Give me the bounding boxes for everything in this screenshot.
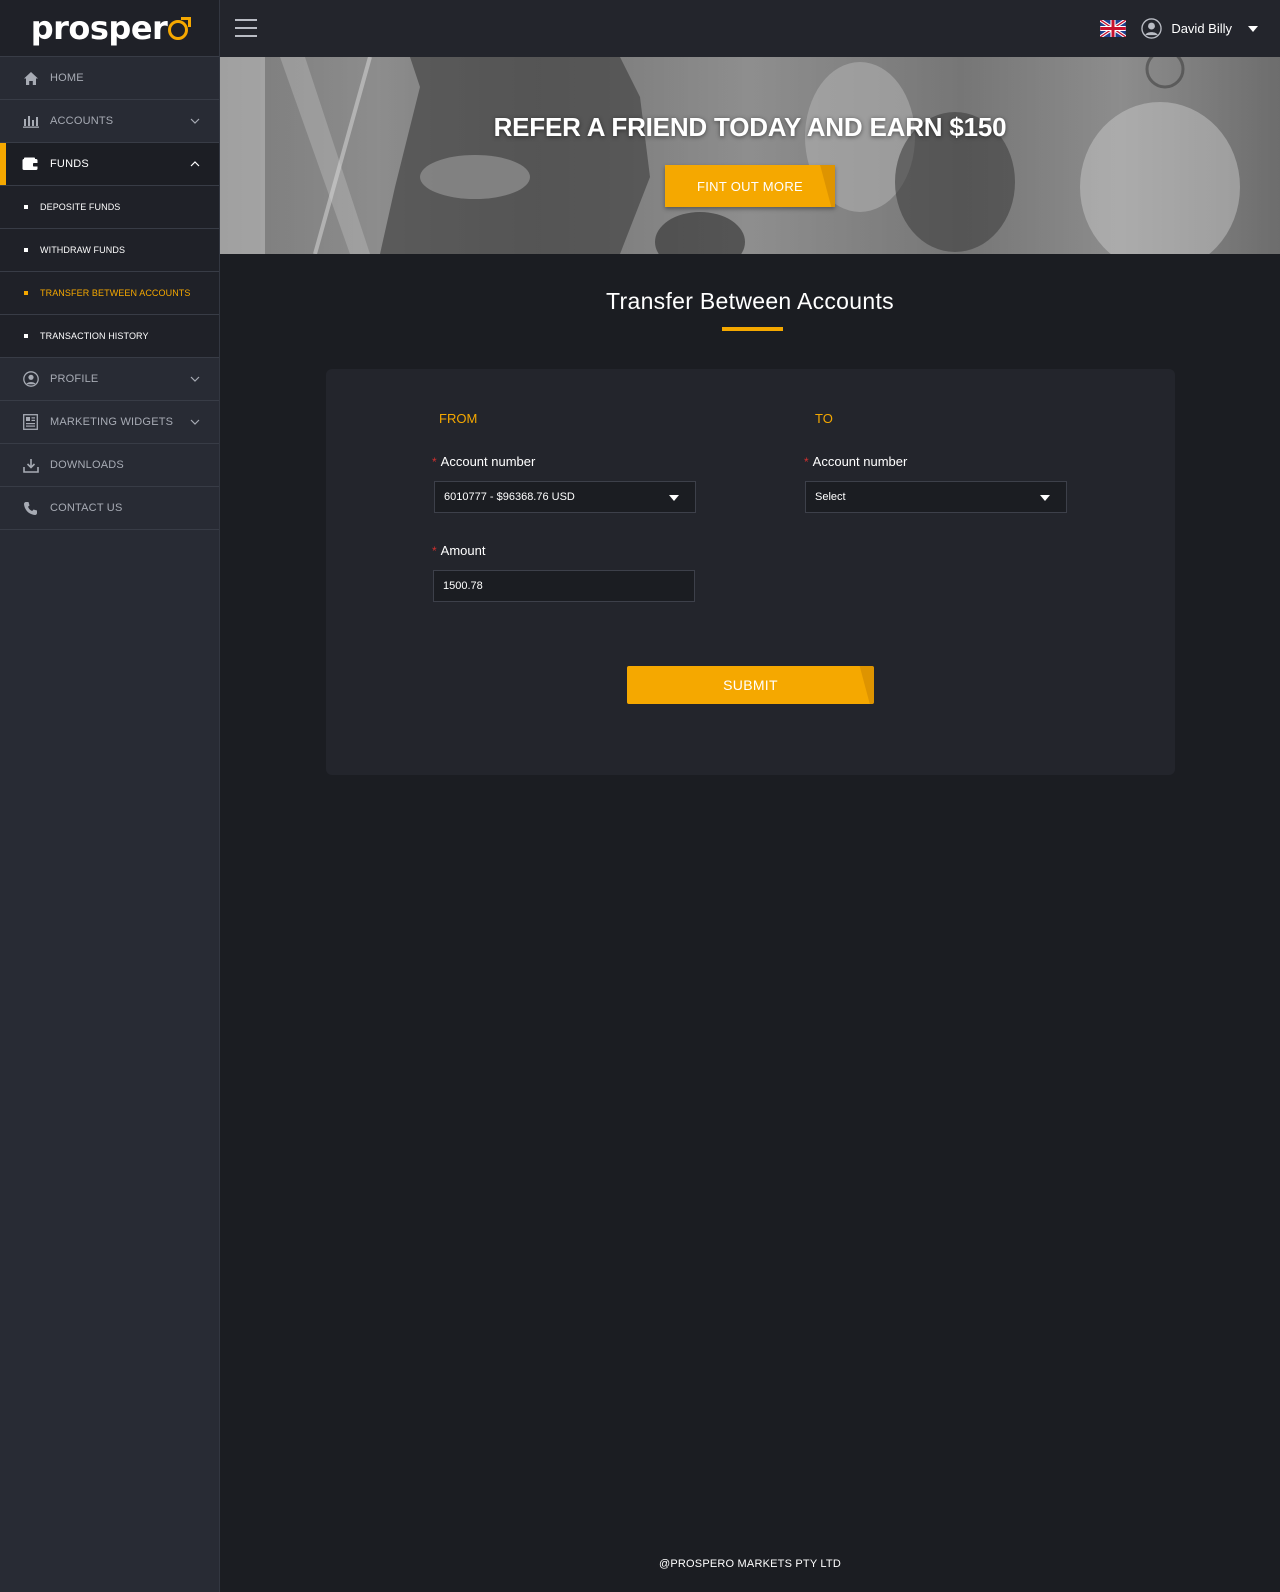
chevron-down-icon bbox=[189, 115, 201, 127]
from-account-select[interactable]: 6010777 - $96368.76 USD bbox=[434, 481, 696, 513]
logo-mark-icon bbox=[168, 17, 192, 40]
sidebar-item-funds[interactable]: FUNDS bbox=[0, 143, 219, 186]
sidebar-item-label: ACCOUNTS bbox=[50, 115, 114, 127]
user-name[interactable]: David Billy bbox=[1171, 21, 1232, 36]
submit-button[interactable]: SUBMIT bbox=[627, 666, 874, 704]
sidebar-item-label: MARKETING WIDGETS bbox=[50, 416, 174, 428]
sidebar: prosper HOME ACCOUNTS FUNDS DEPOSITE FUN… bbox=[0, 0, 220, 1592]
sidebar-item-home[interactable]: HOME bbox=[0, 57, 219, 100]
bar-chart-icon bbox=[22, 113, 39, 130]
home-icon bbox=[22, 70, 39, 87]
newspaper-icon bbox=[22, 414, 39, 431]
to-account-label-text: Account number bbox=[812, 454, 908, 469]
bullet-icon bbox=[24, 334, 28, 338]
sidebar-subitem-label: TRANSACTION HISTORY bbox=[40, 331, 149, 341]
dropdown-arrow-icon bbox=[1040, 495, 1050, 501]
sidebar-item-label: HOME bbox=[50, 72, 84, 84]
wallet-icon bbox=[22, 156, 39, 173]
title-underline bbox=[722, 327, 783, 331]
find-out-more-button[interactable]: FINT OUT MORE bbox=[665, 165, 835, 207]
dropdown-arrow-icon bbox=[669, 495, 679, 501]
sidebar-subitem-label: DEPOSITE FUNDS bbox=[40, 202, 121, 212]
promo-banner: REFER A FRIEND TODAY AND EARN $150 FINT … bbox=[220, 57, 1280, 254]
from-section-label: FROM bbox=[439, 411, 478, 426]
sidebar-item-accounts[interactable]: ACCOUNTS bbox=[0, 100, 219, 143]
footer-copyright: @PROSPERO MARKETS PTY LTD bbox=[658, 1558, 841, 1570]
sidebar-item-marketing-widgets[interactable]: MARKETING WIDGETS bbox=[0, 401, 219, 444]
sidebar-subitem-withdraw-funds[interactable]: WITHDRAW FUNDS bbox=[0, 229, 219, 272]
sidebar-item-label: CONTACT US bbox=[50, 502, 123, 514]
transfer-form: FROM TO * Account number 6010777 - $96368… bbox=[326, 369, 1175, 775]
sidebar-item-profile[interactable]: PROFILE bbox=[0, 358, 219, 401]
bullet-icon bbox=[24, 205, 28, 209]
sidebar-subitem-deposit-funds[interactable]: DEPOSITE FUNDS bbox=[0, 186, 219, 229]
download-icon bbox=[22, 457, 39, 474]
to-account-select[interactable]: Select bbox=[805, 481, 1067, 513]
from-account-label-text: Account number bbox=[440, 454, 536, 469]
chevron-down-icon bbox=[189, 373, 201, 385]
avatar[interactable] bbox=[1141, 18, 1163, 39]
banner-title: REFER A FRIEND TODAY AND EARN $150 bbox=[493, 112, 1007, 142]
sidebar-item-label: FUNDS bbox=[50, 158, 89, 170]
sidebar-item-downloads[interactable]: DOWNLOADS bbox=[0, 444, 219, 487]
amount-label: * Amount bbox=[432, 543, 485, 558]
sidebar-subitem-label: WITHDRAW FUNDS bbox=[40, 245, 126, 255]
banner-photo bbox=[220, 57, 1280, 254]
bullet-icon bbox=[24, 248, 28, 252]
required-mark: * bbox=[804, 455, 809, 469]
sidebar-subitem-label: TRANSFER BETWEEN ACCOUNTS bbox=[40, 288, 191, 298]
to-account-label: * Account number bbox=[804, 454, 907, 469]
user-circle-icon bbox=[22, 371, 39, 388]
user-menu-caret-icon[interactable] bbox=[1248, 25, 1258, 32]
to-section-label: TO bbox=[815, 411, 833, 426]
bullet-icon bbox=[24, 291, 28, 295]
from-account-label: * Account number bbox=[432, 454, 535, 469]
required-mark: * bbox=[432, 544, 437, 558]
sidebar-subitem-transfer-between-accounts[interactable]: TRANSFER BETWEEN ACCOUNTS bbox=[0, 272, 219, 315]
amount-input[interactable] bbox=[433, 570, 695, 602]
from-account-value: 6010777 - $96368.76 USD bbox=[444, 491, 575, 503]
required-mark: * bbox=[432, 455, 437, 469]
sidebar-item-contact-us[interactable]: CONTACT US bbox=[0, 487, 219, 530]
topbar: David Billy bbox=[220, 0, 1280, 57]
phone-icon bbox=[22, 500, 39, 517]
amount-label-text: Amount bbox=[440, 543, 486, 558]
to-account-value: Select bbox=[815, 491, 846, 503]
sidebar-item-label: DOWNLOADS bbox=[50, 459, 124, 471]
sidebar-item-label: PROFILE bbox=[50, 373, 99, 385]
menu-toggle-icon[interactable] bbox=[235, 19, 257, 37]
chevron-down-icon bbox=[189, 416, 201, 428]
page-title: Transfer Between Accounts bbox=[606, 288, 894, 314]
logo[interactable]: prosper bbox=[0, 0, 219, 57]
logo-text: prosper bbox=[30, 9, 168, 47]
chevron-up-icon bbox=[189, 158, 201, 170]
uk-flag-icon[interactable] bbox=[1100, 20, 1127, 37]
sidebar-subitem-transaction-history[interactable]: TRANSACTION HISTORY bbox=[0, 315, 219, 358]
